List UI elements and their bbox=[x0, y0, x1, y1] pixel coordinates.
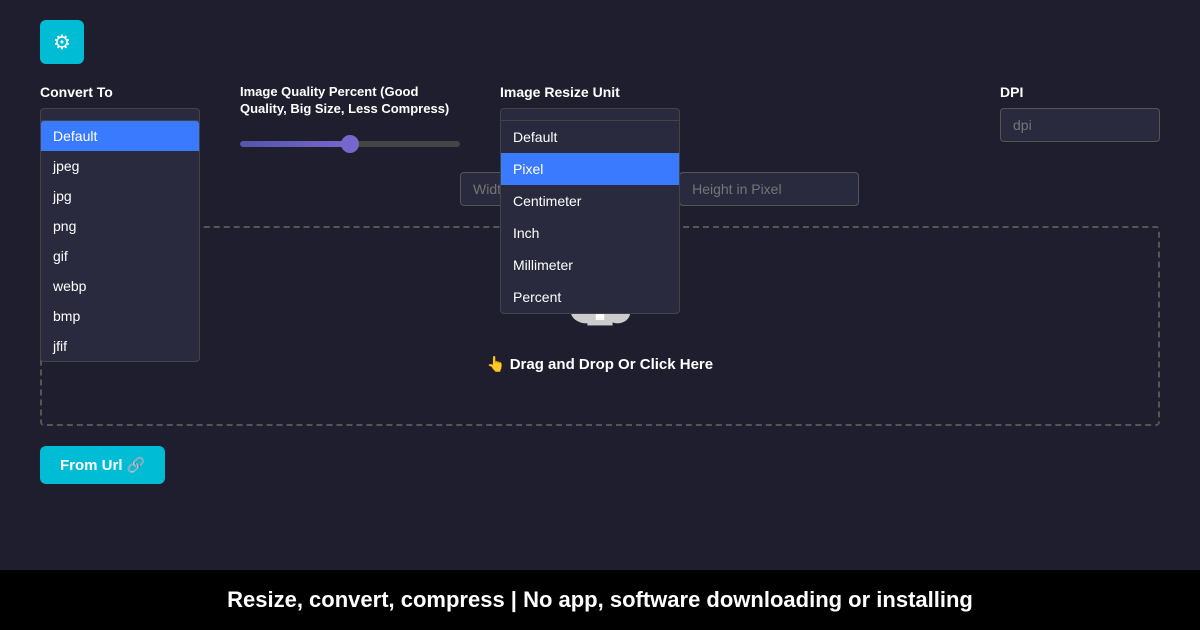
gear-button[interactable]: ⚙ bbox=[40, 20, 84, 64]
resize-unit-label: Image Resize Unit bbox=[500, 84, 700, 100]
dropdown-item-bmp[interactable]: bmp bbox=[41, 301, 199, 331]
unit-item-default[interactable]: Default bbox=[501, 121, 679, 153]
dropdown-item-png[interactable]: png bbox=[41, 211, 199, 241]
gear-icon: ⚙ bbox=[53, 30, 71, 55]
footer-banner: Resize, convert, compress | No app, soft… bbox=[0, 570, 1200, 630]
dropdown-item-jfif[interactable]: jfif bbox=[41, 331, 199, 361]
dpi-input[interactable] bbox=[1000, 108, 1160, 142]
dpi-group: DPI bbox=[1000, 84, 1160, 142]
convert-to-group: Convert To Default ▼ Default jpeg jpg pn… bbox=[40, 84, 200, 142]
drag-drop-text: 👆 Drag and Drop Or Click Here bbox=[487, 355, 713, 373]
footer-text: Resize, convert, compress | No app, soft… bbox=[227, 587, 973, 613]
convert-to-dropdown: Default jpeg jpg png gif webp bmp jfif bbox=[40, 120, 200, 362]
dpi-label: DPI bbox=[1000, 84, 1160, 100]
resize-unit-group: Image Resize Unit Pixel ▼ Default Pixel … bbox=[500, 84, 700, 142]
unit-item-pixel[interactable]: Pixel bbox=[501, 153, 679, 185]
quality-label: Image Quality Percent (Good Quality, Big… bbox=[240, 84, 460, 118]
quality-group: Image Quality Percent (Good Quality, Big… bbox=[240, 84, 460, 152]
from-url-label: From Url 🔗 bbox=[60, 456, 145, 474]
from-url-button[interactable]: From Url 🔗 bbox=[40, 446, 165, 484]
quality-slider[interactable] bbox=[240, 141, 460, 147]
height-input[interactable] bbox=[679, 172, 859, 206]
convert-to-label: Convert To bbox=[40, 84, 200, 100]
unit-item-inch[interactable]: Inch bbox=[501, 217, 679, 249]
unit-item-percent[interactable]: Percent bbox=[501, 281, 679, 313]
unit-item-millimeter[interactable]: Millimeter bbox=[501, 249, 679, 281]
main-container: ⚙ Convert To Default ▼ Default jpeg jpg … bbox=[0, 0, 1200, 570]
dropdown-item-jpeg[interactable]: jpeg bbox=[41, 151, 199, 181]
dropdown-item-jpg[interactable]: jpg bbox=[41, 181, 199, 211]
unit-dropdown: Default Pixel Centimeter Inch Millimeter… bbox=[500, 120, 680, 314]
dropdown-item-webp[interactable]: webp bbox=[41, 271, 199, 301]
dropdown-item-default[interactable]: Default bbox=[41, 121, 199, 151]
unit-item-centimeter[interactable]: Centimeter bbox=[501, 185, 679, 217]
dropdown-item-gif[interactable]: gif bbox=[41, 241, 199, 271]
quality-slider-wrapper bbox=[240, 134, 460, 152]
controls-row: Convert To Default ▼ Default jpeg jpg pn… bbox=[40, 84, 1160, 152]
